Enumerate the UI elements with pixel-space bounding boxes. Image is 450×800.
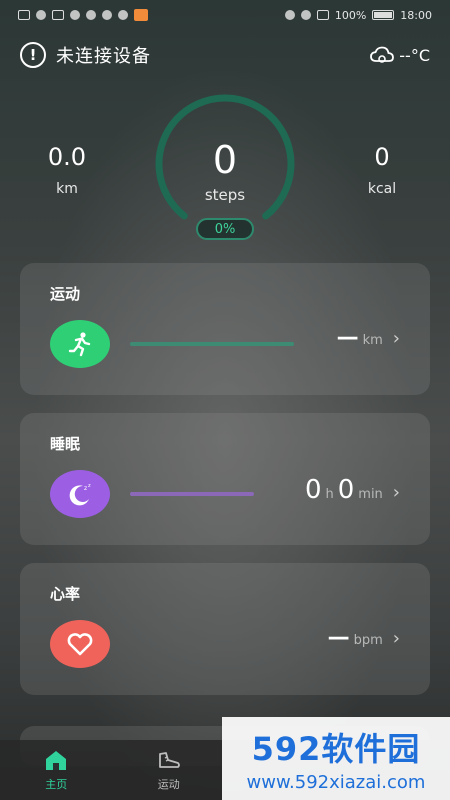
bluetooth-icon	[284, 10, 295, 20]
steps-stat: 0 steps	[150, 138, 300, 204]
sleep-card-title: 睡眠	[50, 435, 81, 453]
temperature-value: --°C	[399, 45, 430, 65]
distance-value: 0.0	[47, 143, 87, 171]
sport-unit: km	[362, 333, 383, 348]
shoe-icon	[158, 752, 180, 768]
nfc-icon	[52, 10, 64, 20]
svg-text:z: z	[88, 483, 91, 489]
device-status-text: 未连接设备	[56, 46, 151, 67]
steps-unit: steps	[204, 186, 246, 204]
sleep-hours-unit: h	[325, 487, 334, 502]
usb-icon	[70, 10, 80, 20]
watermark-url: www.592xiazai.com	[246, 772, 426, 793]
sleep-minutes: 0	[337, 475, 355, 505]
sport-card-title: 运动	[50, 285, 81, 303]
sport-value: — km ›	[337, 325, 400, 350]
svg-text:z: z	[84, 485, 87, 492]
status-time: 18:00	[400, 8, 432, 22]
chevron-right-icon: ›	[392, 328, 400, 349]
calorie-value: 0	[374, 143, 390, 171]
battery-icon	[372, 10, 395, 20]
sim-icon	[18, 10, 30, 20]
moon-sleep-icon: z z	[50, 470, 110, 518]
weather-widget[interactable]: --°C	[369, 45, 430, 65]
heart-rate-value: — bpm ›	[328, 625, 400, 650]
distance-stat: 0.0 km	[17, 143, 117, 197]
heart-rate-card-title: 心率	[50, 585, 81, 603]
distance-unit: km	[56, 181, 78, 197]
heart-rate-card[interactable]: 心率 — bpm ›	[20, 563, 430, 695]
nav-sport-label: 运动	[157, 778, 180, 791]
battery-percent: 100%	[334, 8, 367, 22]
heart-rate-unit: bpm	[353, 633, 383, 648]
nav-home[interactable]: 主页	[16, 748, 96, 792]
nav-sport[interactable]: 运动	[129, 748, 209, 792]
sport-distance: —	[336, 325, 359, 350]
running-icon	[50, 320, 110, 368]
watermark-banner: 592软件园 www.592xiazai.com	[222, 717, 450, 800]
device-connection[interactable]: ! 未连接设备	[20, 42, 151, 68]
cloud-weather-icon	[370, 46, 395, 63]
status-icons-left	[18, 9, 148, 21]
sleep-minutes-unit: min	[358, 487, 383, 502]
vibrate-icon	[316, 10, 329, 20]
sleep-hours: 0	[304, 475, 322, 505]
sleep-value: 0 h 0 min ›	[305, 475, 400, 505]
chevron-right-icon: ›	[392, 482, 400, 503]
home-icon	[46, 751, 67, 770]
alert-icon: !	[20, 42, 46, 68]
chevron-right-icon: ›	[392, 628, 400, 649]
sport-card[interactable]: 运动 — km ›	[20, 263, 430, 395]
daily-stats: 0.0 km 0 steps 0 kcal 0%	[0, 88, 450, 248]
calorie-unit: kcal	[367, 181, 397, 197]
wifi-icon	[36, 10, 46, 20]
sync-icon	[86, 10, 96, 20]
watermark-brand: 592软件园	[251, 730, 421, 768]
sleep-progress-bar	[130, 492, 254, 496]
heart-icon	[50, 620, 110, 668]
sleep-card[interactable]: 睡眠 z z 0 h 0 min ›	[20, 413, 430, 545]
app-notification-icon	[134, 9, 148, 21]
calorie-stat: 0 kcal	[332, 143, 432, 197]
status-icons-right: 100% 18:00	[284, 8, 432, 22]
status-bar: 100% 18:00	[0, 0, 450, 30]
location-icon	[300, 10, 311, 20]
nav-home-label: 主页	[45, 778, 68, 791]
steps-value: 0	[212, 138, 238, 182]
cloud-icon-2	[118, 10, 128, 20]
sport-progress-bar	[130, 342, 294, 346]
cloud-icon	[102, 10, 112, 20]
progress-percent-badge: 0%	[196, 218, 254, 240]
header: ! 未连接设备 --°C	[20, 38, 430, 72]
heart-rate-bpm: —	[327, 625, 350, 650]
